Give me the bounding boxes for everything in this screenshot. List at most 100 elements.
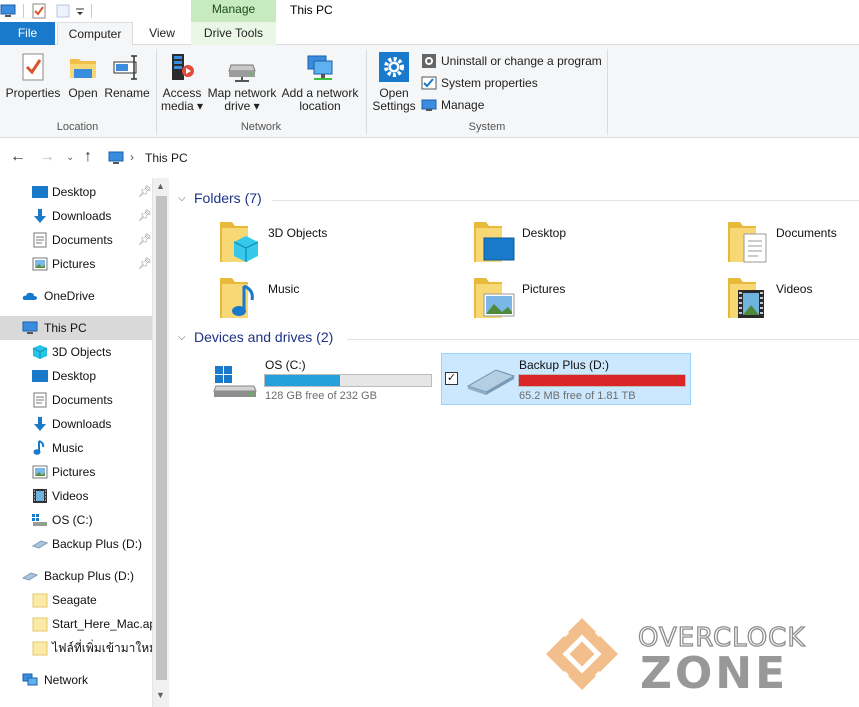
breadcrumb-this-pc[interactable]: This PC	[145, 151, 188, 165]
scroll-up-icon[interactable]: ▲	[156, 181, 165, 191]
sidebar-item-label: OS (C:)	[52, 513, 93, 527]
pin-icon[interactable]: 📌︎	[138, 252, 152, 276]
open-label: Open	[68, 86, 98, 100]
tab-drive-tools[interactable]: Drive Tools	[191, 22, 276, 45]
folder-label: Desktop	[522, 226, 567, 240]
sidebar-item-onedrive[interactable]: OneDrive	[0, 284, 152, 308]
map-network-drive-button[interactable]: Map network drive ▾	[206, 51, 278, 113]
selection-checkbox[interactable]: ✓	[445, 372, 458, 385]
sidebar-item-label: Videos	[52, 489, 89, 503]
sidebar-item-label: Start_Here_Mac.app	[52, 617, 152, 631]
open-settings-button[interactable]: Open Settings	[371, 51, 417, 113]
sidebar-item-start-here-mac[interactable]: Start_Here_Mac.app	[0, 612, 152, 636]
sidebar-item-label: Documents	[52, 393, 113, 407]
breadcrumb-separator: ›	[130, 150, 134, 164]
sidebar-item-videos[interactable]: Videos	[0, 484, 152, 508]
access-media-button[interactable]: Access media ▾	[160, 51, 204, 113]
address-input[interactable]: › This PC	[104, 146, 859, 170]
desktop-icon	[32, 186, 48, 198]
add-network-location-button[interactable]: Add a network location	[280, 51, 360, 113]
gear-icon	[379, 52, 409, 82]
sidebar-item-downloads[interactable]: Downloads 📌︎	[0, 204, 152, 228]
windows-drive-icon	[213, 366, 257, 397]
sidebar-item-downloads-pc[interactable]: Downloads	[0, 412, 152, 436]
folder-music[interactable]: Music	[218, 274, 448, 324]
sidebar-item-label: Backup Plus (D:)	[44, 569, 135, 583]
sidebar-item-backup-plus-pc[interactable]: Backup Plus (D:)	[0, 532, 152, 556]
sidebar-item-network[interactable]: Network	[0, 668, 152, 692]
sidebar-item-desktop[interactable]: Desktop 📌︎	[0, 180, 152, 204]
ribbon-tabs: File Computer View Drive Tools	[0, 22, 859, 46]
sidebar-item-label: ไฟล์ที่เพิ่มเข้ามาใหม่ของ	[52, 641, 152, 655]
tab-computer[interactable]: Computer	[57, 22, 133, 46]
scrollbar-thumb[interactable]	[156, 196, 167, 680]
sidebar-item-documents[interactable]: Documents 📌︎	[0, 228, 152, 252]
chevron-down-icon[interactable]: ⌵	[178, 332, 186, 343]
properties-button[interactable]: Properties	[5, 51, 61, 100]
rename-button[interactable]: Rename	[104, 51, 150, 100]
group-label-network: Network	[240, 121, 282, 133]
tab-view[interactable]: View	[136, 22, 188, 45]
chevron-down-icon[interactable]: ⌵	[178, 193, 186, 204]
folder-pictures[interactable]: Pictures	[472, 274, 702, 324]
properties-label: Properties	[5, 86, 61, 100]
back-arrow-icon[interactable]: ←	[10, 148, 26, 166]
sidebar-item-label: Desktop	[52, 185, 97, 199]
pin-icon[interactable]: 📌︎	[138, 228, 152, 252]
manage-button[interactable]: Manage	[421, 96, 484, 114]
sidebar-item-3d-objects[interactable]: 3D Objects	[0, 340, 152, 364]
sidebar-item-label: Music	[52, 441, 84, 455]
sidebar-item-os-c[interactable]: OS (C:)	[0, 508, 152, 532]
uninstall-program-button[interactable]: Uninstall or change a program	[421, 52, 602, 70]
folder-desktop[interactable]: Desktop	[472, 218, 702, 268]
recent-locations-chevron-icon[interactable]: ⌄	[66, 152, 74, 163]
system-properties-label: System properties	[441, 76, 538, 90]
scroll-down-icon[interactable]: ▼	[156, 690, 165, 700]
folder-videos[interactable]: Videos	[726, 274, 859, 324]
pin-icon[interactable]: 📌︎	[138, 180, 152, 204]
drive-usage-fill	[519, 375, 685, 386]
network-location-icon	[307, 55, 333, 80]
sidebar-item-seagate[interactable]: Seagate	[0, 588, 152, 612]
sidebar-item-label: Documents	[52, 233, 113, 247]
drive-os-c[interactable]: OS (C:) 128 GB free of 232 GB	[210, 354, 436, 406]
new-folder-icon[interactable]	[55, 3, 71, 19]
sidebar-item-documents-pc[interactable]: Documents	[0, 388, 152, 412]
drive-free-space: 65.2 MB free of 1.81 TB	[519, 390, 636, 402]
forward-arrow-icon[interactable]: →	[39, 148, 55, 166]
sidebar-item-music[interactable]: Music	[0, 436, 152, 460]
computer-icon[interactable]	[0, 3, 16, 19]
divider	[91, 4, 92, 18]
sidebar-item-new-files-folder[interactable]: ไฟล์ที่เพิ่มเข้ามาใหม่ของ	[0, 636, 152, 660]
sidebar-item-desktop-pc[interactable]: Desktop	[0, 364, 152, 388]
sidebar-item-label: Desktop	[52, 369, 97, 383]
documents-icon	[33, 232, 47, 248]
system-properties-button[interactable]: System properties	[421, 74, 538, 92]
pin-icon[interactable]: 📌︎	[138, 204, 152, 228]
divider	[607, 49, 608, 135]
drive-backup-plus-d[interactable]: ✓ Backup Plus (D:) 65.2 MB free of 1.81 …	[441, 353, 691, 405]
folder-documents[interactable]: Documents	[726, 218, 859, 268]
pictures-folder-icon	[474, 278, 515, 318]
navigation-pane: Desktop 📌︎ Downloads 📌︎ Documents 📌︎ Pic…	[0, 178, 152, 707]
sidebar-item-backup-plus[interactable]: Backup Plus (D:)	[0, 564, 152, 588]
documents-folder-icon	[728, 222, 767, 263]
properties-icon[interactable]	[31, 3, 47, 19]
manage-icon	[421, 99, 437, 111]
sidebar-item-pictures-pc[interactable]: Pictures	[0, 460, 152, 484]
customize-toolbar-icon[interactable]	[74, 3, 86, 19]
media-icon	[172, 54, 194, 80]
cloud-icon	[22, 292, 37, 300]
external-drive-icon	[22, 572, 38, 581]
sidebar-scrollbar[interactable]: ▲ ▼	[152, 178, 169, 707]
folder-3d-objects[interactable]: 3D Objects	[218, 218, 448, 268]
up-arrow-icon[interactable]: ↑	[84, 148, 92, 166]
sidebar-item-this-pc[interactable]: This PC	[0, 316, 152, 340]
film-icon	[33, 489, 47, 503]
videos-folder-icon	[728, 278, 764, 318]
tab-file[interactable]: File	[0, 22, 55, 45]
uninstall-icon	[422, 54, 436, 68]
sidebar-item-pictures[interactable]: Pictures 📌︎	[0, 252, 152, 276]
open-button[interactable]: Open	[64, 51, 102, 100]
rename-icon	[113, 55, 137, 80]
